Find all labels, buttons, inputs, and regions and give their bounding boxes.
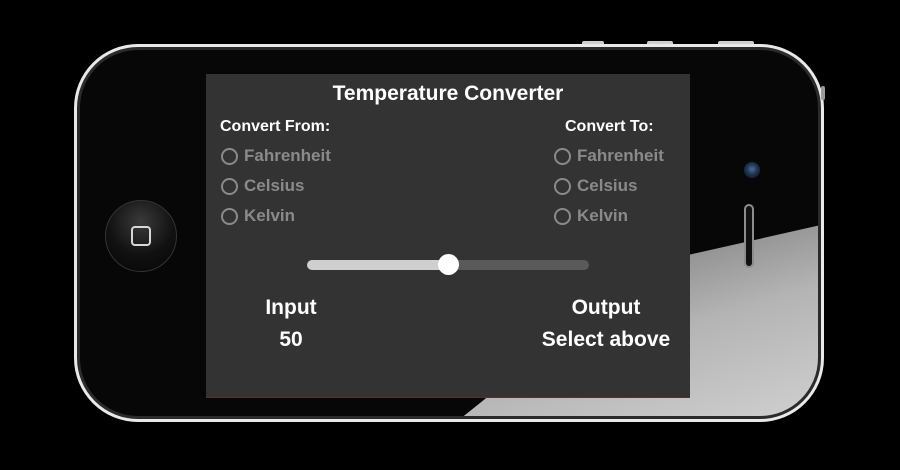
radio-circle-icon: [221, 207, 238, 225]
from-kelvin-radio[interactable]: Kelvin: [221, 206, 295, 226]
home-button[interactable]: [105, 200, 177, 272]
radio-circle-icon: [554, 207, 571, 225]
to-celsius-radio[interactable]: Celsius: [554, 176, 637, 196]
home-square-icon: [131, 226, 151, 246]
to-celsius-label: Celsius: [577, 176, 638, 195]
phone-side-button: [821, 86, 825, 100]
app-title: Temperature Converter: [332, 82, 564, 105]
to-fahrenheit-label: Fahrenheit: [577, 146, 664, 165]
radio-circle-icon: [221, 147, 238, 165]
convert-to-label: Convert To:: [565, 118, 654, 135]
radio-circle-icon: [554, 147, 571, 165]
from-celsius-radio[interactable]: Celsius: [221, 176, 304, 196]
from-celsius-label: Celsius: [244, 176, 305, 195]
speaker-grille: [744, 204, 754, 268]
convert-from-label: Convert From:: [220, 118, 331, 135]
output-label: Output: [571, 296, 641, 319]
to-kelvin-label: Kelvin: [577, 206, 629, 225]
from-kelvin-label: Kelvin: [244, 206, 296, 225]
slider-fill: [307, 260, 448, 270]
to-kelvin-radio[interactable]: Kelvin: [554, 206, 628, 226]
input-value: 50: [279, 328, 303, 351]
from-fahrenheit-label: Fahrenheit: [244, 146, 331, 165]
from-fahrenheit-radio[interactable]: Fahrenheit: [221, 146, 331, 166]
radio-circle-icon: [554, 177, 571, 195]
output-value: Select above: [541, 328, 671, 351]
radio-circle-icon: [221, 177, 238, 195]
to-fahrenheit-radio[interactable]: Fahrenheit: [554, 146, 664, 166]
slider-thumb[interactable]: [438, 254, 459, 275]
input-label: Input: [265, 296, 317, 319]
desktop-background: Temperature Converter Convert From: Conv…: [0, 0, 900, 470]
temperature-slider[interactable]: [307, 254, 589, 275]
camera-icon: [744, 162, 760, 178]
app-screen: Temperature Converter Convert From: Conv…: [206, 74, 690, 398]
